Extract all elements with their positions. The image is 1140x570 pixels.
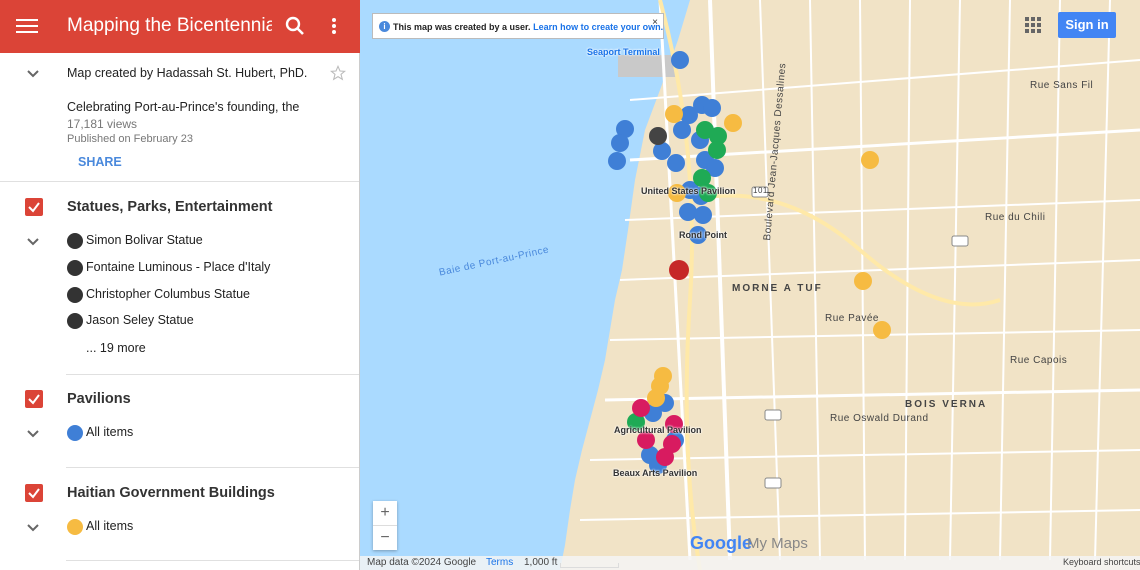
layer-title-government: Haitian Government Buildings — [67, 485, 275, 501]
layer-title-statues: Statues, Parks, Entertainment — [67, 199, 273, 215]
info-pin-icon — [67, 313, 83, 329]
scale-label[interactable]: 1,000 ft — [524, 557, 557, 568]
map-label-beaux-arts: Beaux Arts Pavilion — [613, 468, 698, 478]
chevron-down-icon[interactable] — [26, 523, 40, 533]
creator-text: Map created by Hadassah St. Hubert, PhD. — [67, 66, 308, 80]
info-pin-icon — [67, 260, 83, 276]
my-maps-label: My Maps — [747, 535, 808, 552]
terms-link[interactable]: Terms — [486, 557, 513, 568]
apps-grid-icon[interactable] — [1025, 17, 1041, 33]
divider — [66, 560, 359, 561]
user-map-notice: i This map was created by a user. Learn … — [372, 13, 664, 39]
map-description: Celebrating Port-au-Prince's founding, t… — [67, 100, 300, 114]
attribution-bar: Map data ©2024 Google Terms 1,000 ft Key… — [360, 556, 1140, 570]
close-icon[interactable]: × — [652, 17, 658, 28]
dark-pin-icon — [649, 127, 667, 145]
info-pin-icon — [67, 233, 83, 249]
search-icon[interactable] — [283, 14, 307, 38]
map-label-rue-capois: Rue Capois — [1010, 355, 1068, 366]
map-title: Mapping the Bicentennial Ex — [67, 15, 272, 36]
layer-title-pavilions: Pavilions — [67, 391, 131, 407]
map-label-agricultural: Agricultural Pavilion — [614, 425, 702, 435]
layer-checkbox-statues[interactable] — [25, 198, 43, 216]
chevron-down-icon[interactable] — [26, 429, 40, 439]
menu-icon[interactable] — [14, 15, 40, 39]
zoom-out-button[interactable]: − — [373, 526, 397, 550]
layer-checkbox-government[interactable] — [25, 484, 43, 502]
google-logo: Google — [690, 533, 752, 553]
map-data-credit: Map data ©2024 Google — [367, 557, 477, 568]
divider — [0, 181, 359, 182]
learn-more-link[interactable]: Learn how to create your own. — [533, 22, 663, 32]
view-count: 17,181 views — [67, 117, 138, 131]
keyboard-shortcuts-link[interactable]: Keyboard shortcuts — [1063, 557, 1140, 567]
map-label-us-pavilion: United States Pavilion — [641, 186, 736, 196]
map-label-rue-chili: Rue du Chili — [985, 212, 1046, 223]
more-items-link[interactable]: ... 19 more — [86, 341, 146, 355]
chevron-down-icon[interactable] — [26, 69, 40, 79]
map-label-rue-oswald: Rue Oswald Durand — [830, 413, 929, 424]
divider — [66, 374, 359, 375]
legend-panel: Map created by Hadassah St. Hubert, PhD.… — [0, 53, 360, 570]
more-options-icon[interactable] — [322, 14, 346, 38]
map-canvas[interactable]: Seaport Terminal United States Pavilion … — [360, 0, 1140, 570]
sign-in-button[interactable]: Sign in — [1058, 12, 1116, 38]
map-label-morne: MORNE A TUF — [732, 283, 823, 294]
pin-icon — [67, 425, 83, 441]
layer-checkbox-pavilions[interactable] — [25, 390, 43, 408]
map-label-rue-pavee: Rue Pavée — [825, 313, 879, 324]
star-icon[interactable] — [330, 65, 346, 81]
zoom-control: + − — [373, 501, 397, 550]
pin-icon — [67, 519, 83, 535]
published-date: Published on February 23 — [67, 133, 193, 145]
map-label-bois-verna: BOIS VERNA — [905, 399, 988, 410]
map-label-rond-point: Rond Point — [679, 230, 727, 240]
share-button[interactable]: SHARE — [78, 155, 122, 169]
map-label-rue-sans-fil: Rue Sans Fil — [1030, 80, 1094, 91]
info-pin-icon — [67, 287, 83, 303]
map-label-seaport: Seaport Terminal — [587, 47, 660, 57]
divider — [66, 467, 359, 468]
info-icon: i — [379, 21, 390, 32]
chevron-down-icon[interactable] — [26, 237, 40, 247]
app-header: Mapping the Bicentennial Ex — [0, 0, 360, 53]
route-shield-icon — [751, 186, 969, 489]
zoom-in-button[interactable]: + — [373, 501, 397, 525]
map-label-route: 101 — [753, 186, 768, 195]
